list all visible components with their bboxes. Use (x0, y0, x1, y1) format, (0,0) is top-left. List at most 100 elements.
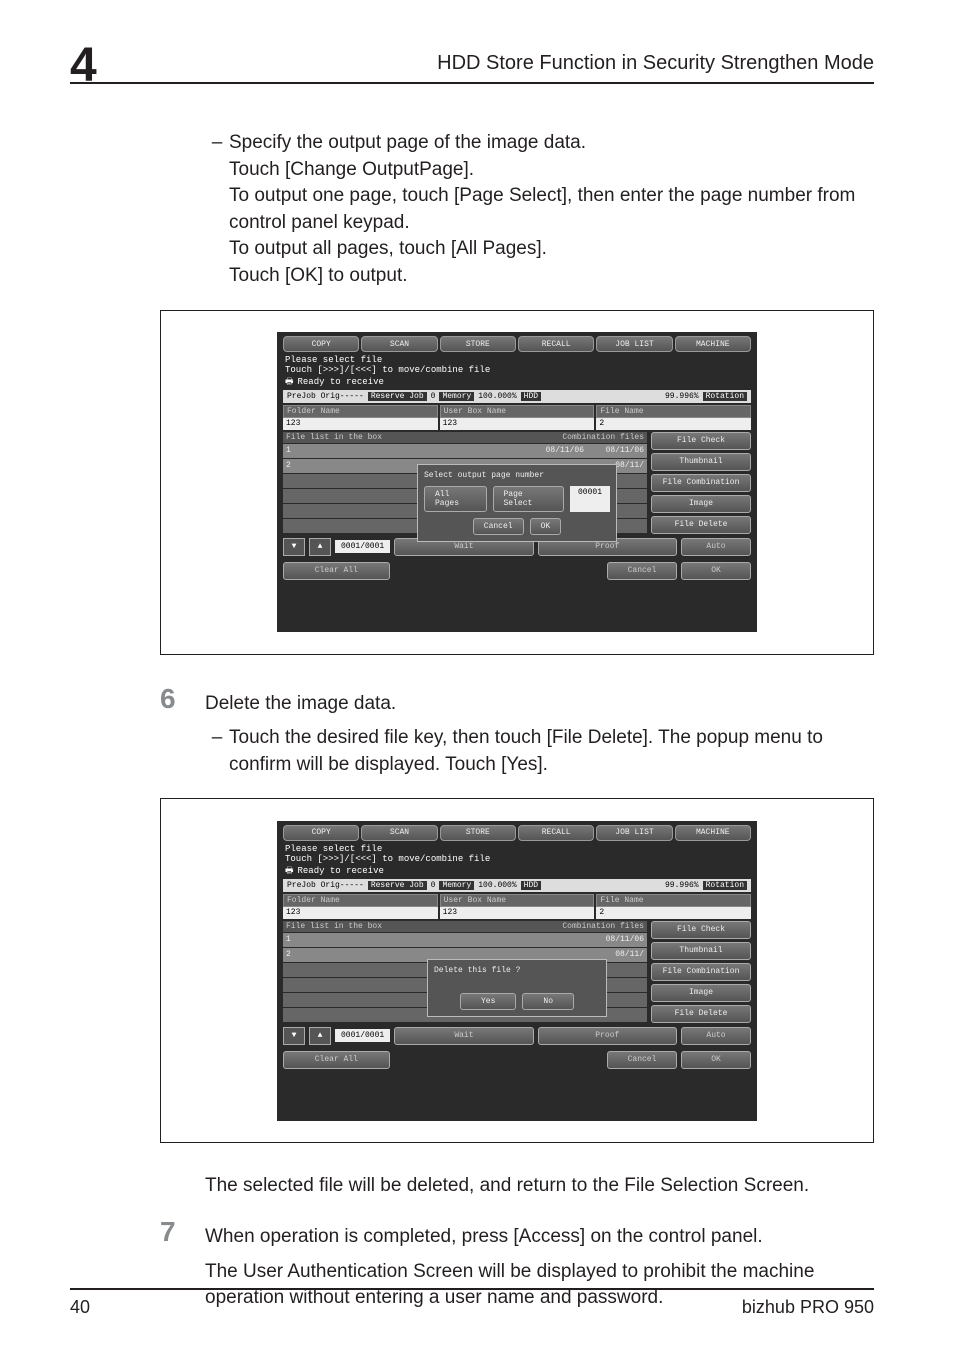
input-file[interactable]: 2 (596, 907, 751, 919)
tab-joblist[interactable]: JOB LIST (596, 825, 672, 841)
no-button[interactable]: No (522, 993, 574, 1010)
row-idx: 1 (286, 446, 291, 455)
col-file: File Name (596, 894, 751, 907)
cancel-button[interactable]: Cancel (607, 562, 677, 580)
screen-message-2: Touch [>>>]/[<<<] to move/combine file (285, 366, 749, 376)
list-head-right: Combination files (562, 433, 644, 442)
status-prejob: PreJob Orig----- (287, 392, 364, 401)
list-head-left: File list in the box (286, 433, 382, 442)
row-idx: 2 (286, 950, 291, 959)
status-reserve: Reserve Job (368, 881, 427, 890)
tab-copy[interactable]: COPY (283, 336, 359, 352)
input-folder[interactable]: 123 (283, 907, 438, 919)
tab-recall[interactable]: RECALL (518, 336, 594, 352)
popup-title: Select output page number (424, 471, 610, 480)
yes-button[interactable]: Yes (460, 993, 516, 1010)
header-title: HDD Store Function in Security Strengthe… (437, 52, 874, 75)
status-mem-label: Memory (439, 881, 474, 890)
input-file[interactable]: 2 (596, 418, 751, 430)
wait-button[interactable]: Wait (394, 1027, 533, 1045)
down-arrow-button[interactable]: ▼ (283, 538, 305, 556)
auto-button[interactable]: Auto (681, 538, 751, 556)
file-combination-button[interactable]: File Combination (651, 474, 751, 492)
file-check-button[interactable]: File Check (651, 921, 751, 939)
mock-screen-2: COPY SCAN STORE RECALL JOB LIST MACHINE … (277, 821, 757, 1121)
tab-recall[interactable]: RECALL (518, 825, 594, 841)
tab-scan[interactable]: SCAN (361, 825, 437, 841)
col-folder: Folder Name (283, 405, 438, 418)
step-7-text: When operation is completed, press [Acce… (205, 1218, 763, 1251)
list-head-left: File list in the box (286, 922, 382, 931)
file-combination-button[interactable]: File Combination (651, 963, 751, 981)
cancel-button[interactable]: Cancel (607, 1051, 677, 1069)
popup-ok-button[interactable]: OK (530, 518, 562, 535)
tab-scan[interactable]: SCAN (361, 336, 437, 352)
status-mem-label: Memory (439, 392, 474, 401)
delete-confirm-popup: Delete this file ? Yes No (427, 959, 607, 1017)
list-row-1[interactable]: 1 08/11/06 (283, 933, 647, 947)
chapter-number: 4 (70, 38, 97, 93)
printer-icon: 🖶 (285, 867, 294, 877)
page-select-button[interactable]: Page Select (493, 486, 564, 512)
image-button[interactable]: Image (651, 984, 751, 1002)
tab-machine[interactable]: MACHINE (675, 336, 751, 352)
row-idx: 1 (286, 935, 291, 944)
list-row-1[interactable]: 1 08/11/06 08/11/06 (283, 444, 647, 458)
screenshot-frame-2: COPY SCAN STORE RECALL JOB LIST MACHINE … (160, 798, 874, 1143)
row-date: 08/11/06 (606, 935, 644, 944)
status-mem-value: 100.000% (478, 881, 516, 890)
status-prejob: PreJob Orig----- (287, 881, 364, 890)
status-reserve: Reserve Job (368, 392, 427, 401)
input-folder[interactable]: 123 (283, 418, 438, 430)
clear-all-button[interactable]: Clear All (283, 562, 390, 580)
header-rule (70, 82, 874, 84)
input-userbox[interactable]: 123 (440, 418, 595, 430)
step-6-sub: Touch the desired file key, then touch [… (229, 725, 874, 778)
tab-copy[interactable]: COPY (283, 825, 359, 841)
after-step6-text: The selected file will be deleted, and r… (205, 1173, 874, 1200)
status-mem-n: 0 (431, 392, 436, 401)
up-arrow-button[interactable]: ▲ (309, 1027, 331, 1045)
status-hdd-value: 99.996% (665, 881, 699, 890)
step-6-text: Delete the image data. (205, 685, 396, 718)
file-delete-button[interactable]: File Delete (651, 516, 751, 534)
list-head-right: Combination files (562, 922, 644, 931)
footer-product: bizhub PRO 950 (742, 1297, 874, 1318)
col-userbox: User Box Name (440, 405, 595, 418)
tab-machine[interactable]: MACHINE (675, 825, 751, 841)
thumbnail-button[interactable]: Thumbnail (651, 453, 751, 471)
col-folder: Folder Name (283, 894, 438, 907)
up-arrow-button[interactable]: ▲ (309, 538, 331, 556)
all-pages-button[interactable]: All Pages (424, 486, 487, 512)
col-file: File Name (596, 405, 751, 418)
bullet-line: To output all pages, touch [All Pages]. (229, 238, 547, 259)
bullet-line: Specify the output page of the image dat… (229, 132, 586, 153)
proof-button[interactable]: Proof (538, 1027, 677, 1045)
down-arrow-button[interactable]: ▼ (283, 1027, 305, 1045)
bullet-line: To output one page, touch [Page Select],… (229, 185, 855, 233)
row-date: 08/11/06 (546, 446, 584, 455)
bullet-dash: – (205, 130, 229, 290)
file-delete-button[interactable]: File Delete (651, 1005, 751, 1023)
tab-store[interactable]: STORE (440, 825, 516, 841)
tab-store[interactable]: STORE (440, 336, 516, 352)
input-userbox[interactable]: 123 (440, 907, 595, 919)
row-date: 08/11/ (615, 950, 644, 959)
status-hdd-label: HDD (521, 881, 541, 890)
popup-cancel-button[interactable]: Cancel (473, 518, 524, 535)
page-count: 0001/0001 (335, 1029, 390, 1042)
ok-button[interactable]: OK (681, 1051, 751, 1069)
status-rotation: Rotation (703, 392, 747, 401)
thumbnail-button[interactable]: Thumbnail (651, 942, 751, 960)
tab-joblist[interactable]: JOB LIST (596, 336, 672, 352)
auto-button[interactable]: Auto (681, 1027, 751, 1045)
footer-rule (70, 1288, 874, 1290)
bullet-dash: – (205, 725, 229, 778)
page-number-input[interactable]: 00001 (570, 486, 610, 512)
clear-all-button[interactable]: Clear All (283, 1051, 390, 1069)
mock-screen-1: COPY SCAN STORE RECALL JOB LIST MACHINE … (277, 332, 757, 632)
ok-button[interactable]: OK (681, 562, 751, 580)
file-check-button[interactable]: File Check (651, 432, 751, 450)
image-button[interactable]: Image (651, 495, 751, 513)
footer-page-number: 40 (70, 1297, 90, 1318)
